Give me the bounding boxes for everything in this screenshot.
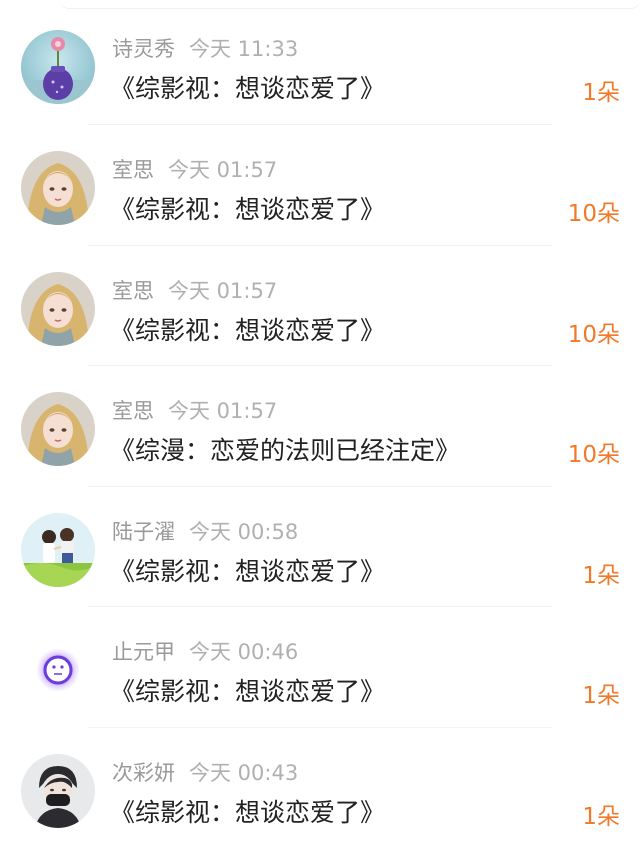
user-name[interactable]: 室思 [112,158,154,182]
flower-count: 10朵 [568,435,620,469]
message-meta: 室思今天 01:57 [112,275,277,305]
couple-avatar-icon[interactable] [21,513,95,587]
timestamp: 今天 01:57 [168,158,277,182]
masked-boy-avatar-icon[interactable] [21,754,95,828]
blonde-girl-avatar-icon[interactable] [21,272,95,346]
list-item[interactable]: 室思今天 01:57 《综影视：想谈恋爱了》 10朵 [0,125,640,246]
gift-message-list: 诗灵秀今天 11:33 《综影视：想谈恋爱了》 1朵 室思今天 01:57 《综… [0,0,640,848]
flower-count: 1朵 [582,556,620,590]
book-title[interactable]: 《综影视：想谈恋爱了》 [110,672,385,708]
list-item[interactable]: 止元甲今天 00:46 《综影视：想谈恋爱了》 1朵 [0,607,640,728]
book-title[interactable]: 《综漫：恋爱的法则已经注定》 [110,431,460,467]
blonde-girl-avatar-icon[interactable] [21,151,95,225]
timestamp: 今天 01:57 [168,279,277,303]
message-meta: 次彩妍今天 00:43 [112,757,298,787]
user-name[interactable]: 室思 [112,399,154,423]
user-name[interactable]: 次彩妍 [112,761,175,785]
list-item[interactable]: 陆子濯今天 00:58 《综影视：想谈恋爱了》 1朵 [0,487,640,608]
message-meta: 室思今天 01:57 [112,395,277,425]
message-meta: 诗灵秀今天 11:33 [112,33,298,63]
timestamp: 今天 01:57 [168,399,277,423]
user-name[interactable]: 止元甲 [112,640,175,664]
user-name[interactable]: 室思 [112,279,154,303]
list-item[interactable]: 室思今天 01:57 《综影视：想谈恋爱了》 10朵 [0,246,640,367]
flower-count: 1朵 [582,797,620,831]
list-item[interactable]: 次彩妍今天 00:43 《综影视：想谈恋爱了》 1朵 [0,728,640,848]
book-title[interactable]: 《综影视：想谈恋爱了》 [110,552,385,588]
message-meta: 止元甲今天 00:46 [112,636,298,666]
flower-count: 1朵 [582,676,620,710]
book-title[interactable]: 《综影视：想谈恋爱了》 [110,190,385,226]
message-meta: 室思今天 01:57 [112,154,277,184]
book-title[interactable]: 《综影视：想谈恋爱了》 [110,311,385,347]
blonde-girl-avatar-icon[interactable] [21,392,95,466]
flower-count: 10朵 [568,315,620,349]
book-title[interactable]: 《综影视：想谈恋爱了》 [110,793,385,829]
user-name[interactable]: 诗灵秀 [112,37,175,61]
list-item[interactable]: 室思今天 01:57 《综漫：恋爱的法则已经注定》 10朵 [0,366,640,487]
flower-count: 1朵 [582,73,620,107]
flower-count: 10朵 [568,194,620,228]
list-item[interactable]: 诗灵秀今天 11:33 《综影视：想谈恋爱了》 1朵 [0,0,640,125]
timestamp: 今天 00:58 [189,520,298,544]
message-meta: 陆子濯今天 00:58 [112,516,298,546]
user-name[interactable]: 陆子濯 [112,520,175,544]
flower-vase-avatar-icon[interactable] [21,30,95,104]
glowing-face-avatar-icon[interactable] [21,633,95,707]
timestamp: 今天 11:33 [189,37,298,61]
book-title[interactable]: 《综影视：想谈恋爱了》 [110,69,385,105]
timestamp: 今天 00:46 [189,640,298,664]
timestamp: 今天 00:43 [189,761,298,785]
